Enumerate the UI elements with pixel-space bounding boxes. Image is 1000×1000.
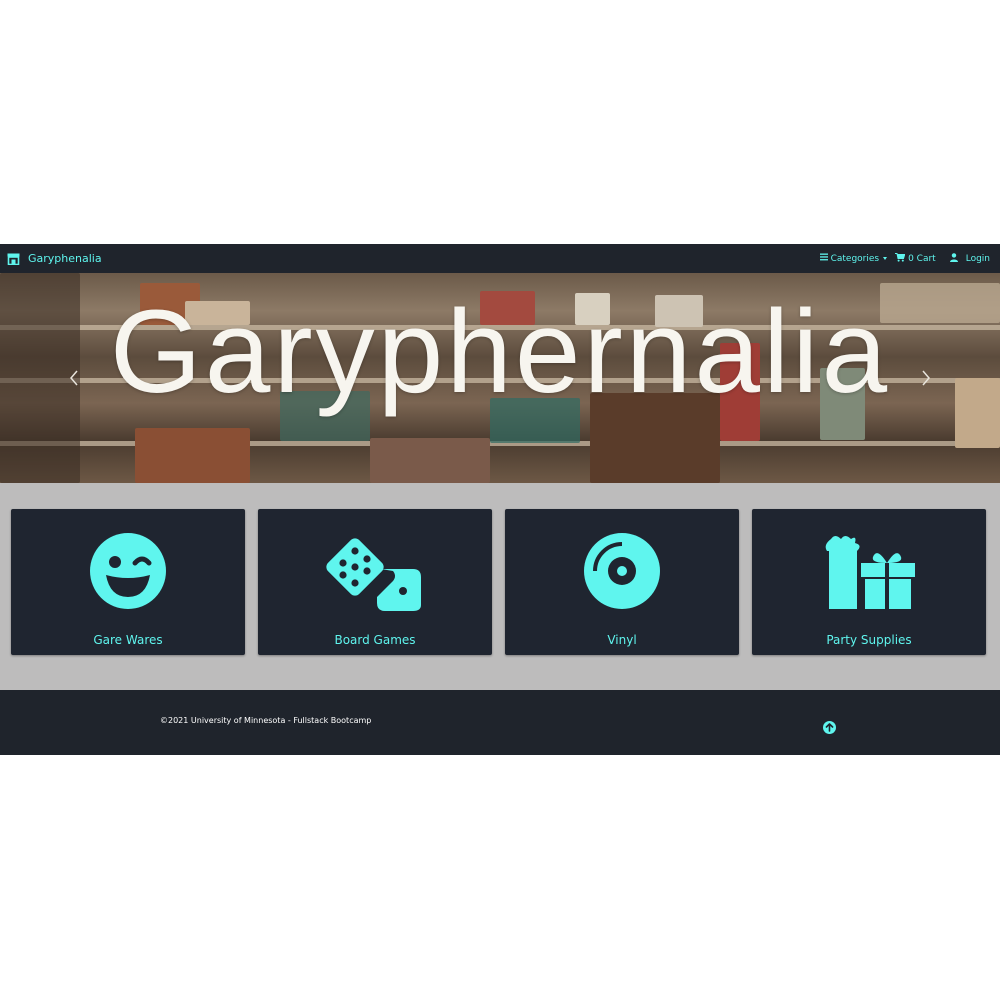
back-to-top-button[interactable]: [823, 719, 836, 734]
categories-label: Categories: [830, 253, 880, 264]
carousel-next-button[interactable]: [920, 369, 932, 387]
copyright-text: ©2021 University of Minnesota - Fullstac…: [160, 716, 372, 725]
brand-name: Garyphenalia: [28, 252, 102, 265]
arrow-circle-up-icon: [823, 721, 836, 734]
dice-icon: [326, 531, 421, 611]
category-label: Vinyl: [607, 633, 637, 647]
category-label: Board Games: [334, 633, 416, 647]
nav-menu: Categories 0 Cart Login: [819, 252, 990, 265]
login-link[interactable]: Login: [949, 252, 990, 265]
category-label: Party Supplies: [826, 633, 912, 647]
brand-link[interactable]: Garyphenalia: [7, 252, 102, 265]
category-card-board-games[interactable]: Board Games: [258, 509, 492, 655]
store-icon: [7, 253, 20, 265]
footer: ©2021 University of Minnesota - Fullstac…: [0, 690, 1000, 755]
chevron-right-icon: [922, 370, 930, 386]
categories-dropdown[interactable]: Categories: [819, 253, 888, 264]
user-icon: [949, 252, 958, 265]
carousel-prev-button[interactable]: [68, 369, 80, 387]
app-root: Garyphenalia Categories 0 Cart Login Gar…: [0, 244, 1000, 755]
list-icon: [819, 253, 828, 264]
hero-title: Garyphernalia: [109, 286, 891, 418]
grin-wink-icon: [88, 531, 168, 611]
hero-banner: Garyphernalia: [0, 273, 1000, 483]
login-label: Login: [965, 253, 990, 264]
category-card-gare-wares[interactable]: Gare Wares: [11, 509, 245, 655]
gifts-icon: [825, 531, 915, 611]
category-card-vinyl[interactable]: Vinyl: [505, 509, 739, 655]
caret-down-icon: [883, 257, 888, 260]
shopping-cart-icon: [895, 252, 906, 265]
category-label: Gare Wares: [93, 633, 163, 647]
category-card-party-supplies[interactable]: Party Supplies: [752, 509, 986, 655]
navbar: Garyphenalia Categories 0 Cart Login: [0, 244, 1000, 273]
compact-disc-icon: [582, 531, 662, 611]
cart-link[interactable]: 0 Cart: [895, 252, 936, 265]
category-grid: Gare Wares Board Games Vinyl Party Suppl…: [0, 483, 1000, 690]
chevron-left-icon: [70, 370, 78, 386]
cart-label: 0 Cart: [908, 253, 936, 264]
